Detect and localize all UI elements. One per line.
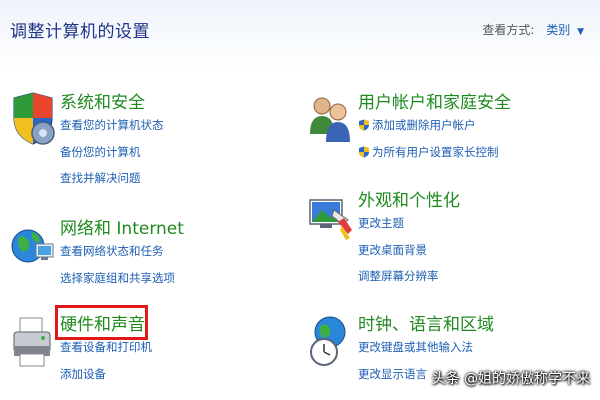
link-add-remove-accounts[interactable]: 添加或删除用户帐户 — [358, 118, 511, 132]
link-change-keyboard[interactable]: 更改键盘或其他输入法 — [358, 340, 494, 354]
monitor-palette-icon[interactable] — [308, 190, 354, 246]
link-devices-printers[interactable]: 查看设备和打印机 — [60, 340, 152, 354]
category-title-system-security[interactable]: 系统和安全 — [60, 92, 164, 114]
link-label: 添加或删除用户帐户 — [372, 118, 476, 132]
view-by-dropdown[interactable]: 类别 — [546, 23, 570, 37]
link-change-desktop-background[interactable]: 更改桌面背景 — [358, 243, 460, 257]
category-title-appearance[interactable]: 外观和个性化 — [358, 190, 460, 212]
link-backup-computer[interactable]: 备份您的计算机 — [60, 145, 164, 159]
link-parental-controls[interactable]: 为所有用户设置家长控制 — [358, 145, 511, 159]
printer-icon[interactable] — [10, 314, 56, 370]
link-view-network-status[interactable]: 查看网络状态和任务 — [60, 244, 184, 258]
clock-globe-icon[interactable] — [308, 314, 354, 370]
category-title-user-accounts[interactable]: 用户帐户和家庭安全 — [358, 92, 511, 114]
link-homegroup-sharing[interactable]: 选择家庭组和共享选项 — [60, 271, 184, 285]
link-change-theme[interactable]: 更改主题 — [358, 216, 460, 230]
globe-network-icon[interactable] — [10, 218, 56, 274]
category-title-clock-region[interactable]: 时钟、语言和区域 — [358, 314, 494, 336]
users-icon[interactable] — [308, 92, 354, 148]
link-label: 为所有用户设置家长控制 — [372, 144, 499, 159]
uac-shield-icon — [359, 119, 369, 131]
link-view-computer-status[interactable]: 查看您的计算机状态 — [60, 118, 164, 132]
link-troubleshoot[interactable]: 查找并解决问题 — [60, 171, 164, 185]
category-title-network[interactable]: 网络和 Internet — [60, 218, 184, 240]
link-add-device[interactable]: 添加设备 — [60, 367, 152, 381]
page-title: 调整计算机的设置 — [10, 22, 150, 42]
uac-shield-icon — [359, 146, 369, 157]
view-by-control[interactable]: 查看方式: 类别 ▼ — [482, 21, 584, 38]
link-adjust-resolution[interactable]: 调整屏幕分辨率 — [358, 269, 460, 283]
highlight-box — [55, 305, 148, 340]
watermark: 头条 @姐的娇傲称学不来 — [431, 371, 590, 387]
shield-icon[interactable] — [10, 92, 56, 148]
view-by-label: 查看方式: — [482, 23, 535, 37]
chevron-down-icon[interactable]: ▼ — [577, 27, 584, 37]
